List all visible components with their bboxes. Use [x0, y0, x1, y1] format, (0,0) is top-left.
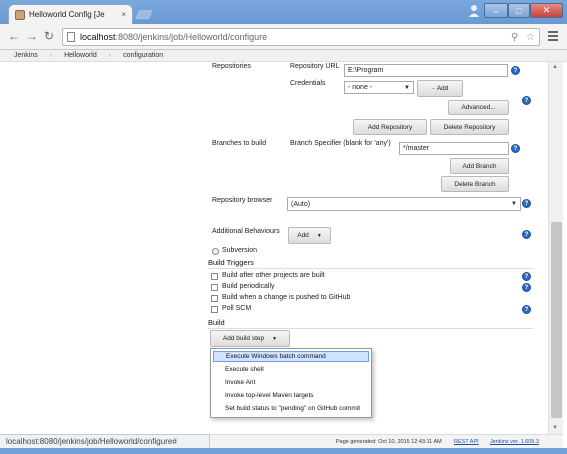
add-credentials-button[interactable]: ⎯ Add — [417, 80, 463, 97]
back-icon[interactable]: ← — [8, 30, 20, 42]
chevron-down-icon: ▼ — [272, 335, 278, 342]
menu-item-github-status[interactable]: Set build status to "pending" on GitHub … — [213, 403, 369, 414]
scroll-up-icon[interactable]: ▲ — [552, 64, 558, 70]
browser-tab[interactable]: Helloworld Config [Je × — [8, 4, 133, 24]
page-generated-text: Page generated: Oct 10, 2015 12:43:11 AM — [336, 439, 442, 445]
menu-item-ant[interactable]: Invoke Ant — [213, 377, 369, 388]
scrollbar-thumb[interactable] — [551, 222, 562, 418]
breadcrumb-separator: › — [49, 52, 53, 59]
breadcrumb-configuration[interactable]: configuration — [123, 52, 163, 59]
add-behaviour-label: Add — [297, 232, 309, 239]
add-credentials-label: Add — [436, 85, 449, 92]
url-host: localhost — [80, 32, 116, 42]
trigger-checkbox[interactable] — [211, 273, 218, 280]
add-branch-button[interactable]: Add Branch — [450, 158, 509, 174]
menu-item-windows-batch[interactable]: Execute Windows batch command — [213, 351, 369, 362]
user-icon[interactable] — [468, 4, 480, 17]
breadcrumb-helloworld[interactable]: Helloworld — [64, 52, 97, 59]
trigger-label: Build periodically — [222, 283, 275, 290]
status-bar: localhost:8080/jenkins/job/Helloworld/co… — [0, 434, 210, 448]
branch-specifier-label: Branch Specifier (blank for 'any') — [290, 140, 391, 147]
help-icon[interactable]: ? — [522, 272, 531, 281]
delete-repository-button[interactable]: Delete Repository — [430, 119, 509, 135]
credentials-label: Credentials — [290, 80, 326, 87]
branch-specifier-input[interactable]: */master — [399, 142, 509, 155]
breadcrumb-separator: › — [108, 52, 112, 59]
jenkins-favicon-icon — [15, 9, 25, 20]
page-footer: Page generated: Oct 10, 2015 12:43:11 AM… — [210, 434, 563, 448]
build-title: Build — [208, 318, 225, 327]
help-icon[interactable]: ? — [522, 230, 531, 239]
help-icon[interactable]: ? — [511, 66, 520, 75]
trigger-label: Build when a change is pushed to GitHub — [222, 294, 351, 301]
chevron-down-icon: ▼ — [316, 232, 322, 239]
repositories-label: Repositories — [212, 63, 251, 70]
advanced-button[interactable]: Advanced... — [448, 100, 509, 115]
search-icon[interactable]: ⚲ — [511, 32, 518, 43]
menu-icon[interactable] — [548, 31, 558, 43]
new-tab-button[interactable] — [133, 9, 155, 20]
breadcrumb-jenkins[interactable]: Jenkins — [14, 52, 38, 59]
subversion-radio[interactable] — [212, 248, 219, 255]
browser-chrome: Helloworld Config [Je × – □ ✕ ← → ↻ loca… — [0, 0, 567, 50]
key-icon: ⎯ — [431, 84, 435, 92]
trigger-label: Build after other projects are built — [222, 272, 325, 279]
tab-strip: Helloworld Config [Je × – □ ✕ — [0, 0, 567, 24]
page-scrollbar[interactable]: ▲ ▼ — [548, 62, 563, 434]
breadcrumb: Jenkins › Helloworld › configuration — [0, 50, 567, 62]
repo-browser-select[interactable]: (Auto) ▼ — [287, 197, 521, 211]
window-frame — [0, 448, 567, 454]
maximize-button[interactable]: □ — [508, 3, 530, 18]
jenkins-version-link[interactable]: Jenkins ver. 1.609.3 — [490, 439, 539, 445]
subversion-label: Subversion — [222, 247, 258, 254]
section-divider — [208, 268, 533, 269]
rest-api-link[interactable]: REST API — [454, 439, 479, 445]
additional-behaviours-label: Additional Behaviours — [212, 228, 280, 235]
chevron-down-icon: ▼ — [404, 84, 410, 91]
menu-item-shell[interactable]: Execute shell — [213, 364, 369, 375]
repo-url-label: Repository URL — [290, 63, 340, 70]
trigger-label: Poll SCM — [222, 305, 252, 312]
repo-browser-value: (Auto) — [291, 200, 311, 208]
help-icon[interactable]: ? — [522, 283, 531, 292]
help-icon[interactable]: ? — [522, 305, 531, 314]
repo-browser-label: Repository browser — [212, 197, 273, 204]
bookmark-star-icon[interactable]: ☆ — [526, 32, 535, 43]
url-path: :8080/jenkins/job/Helloworld/configure — [115, 32, 268, 42]
delete-branch-button[interactable]: Delete Branch — [441, 176, 509, 192]
section-divider — [208, 328, 533, 329]
help-icon[interactable]: ? — [522, 96, 531, 105]
forward-icon[interactable]: → — [26, 30, 38, 42]
trigger-checkbox[interactable] — [211, 306, 218, 313]
browser-toolbar: ← → ↻ localhost:8080/jenkins/job/Hellowo… — [0, 24, 567, 50]
config-form: Repositories Repository URL E:\Program ?… — [0, 62, 548, 434]
trigger-checkbox[interactable] — [211, 284, 218, 291]
credentials-value: - none - — [348, 84, 373, 91]
trigger-checkbox[interactable] — [211, 295, 218, 302]
chevron-down-icon: ▼ — [511, 201, 517, 207]
build-triggers-title: Build Triggers — [208, 258, 254, 267]
tab-close-icon[interactable]: × — [121, 10, 126, 19]
add-repository-button[interactable]: Add Repository — [353, 119, 427, 135]
tab-title: Helloworld Config [Je — [29, 10, 105, 19]
add-build-step-button[interactable]: Add build step ▼ — [210, 330, 290, 347]
help-icon[interactable]: ? — [522, 199, 531, 208]
add-build-step-label: Add build step — [222, 335, 265, 342]
close-window-button[interactable]: ✕ — [530, 3, 563, 18]
scroll-down-icon[interactable]: ▼ — [552, 425, 558, 431]
address-bar[interactable]: localhost:8080/jenkins/job/Helloworld/co… — [62, 28, 540, 46]
minimize-button[interactable]: – — [484, 3, 508, 18]
menu-item-maven[interactable]: Invoke top-level Maven targets — [213, 390, 369, 401]
credentials-select[interactable]: - none - ▼ — [344, 81, 414, 94]
reload-icon[interactable]: ↻ — [44, 30, 54, 42]
branches-label: Branches to build — [212, 140, 267, 147]
page-icon — [67, 32, 75, 42]
help-icon[interactable]: ? — [511, 144, 520, 153]
repo-url-input[interactable]: E:\Program — [344, 64, 508, 77]
add-behaviour-button[interactable]: Add ▼ — [288, 227, 331, 244]
build-step-menu: Execute Windows batch command Execute sh… — [210, 348, 372, 418]
